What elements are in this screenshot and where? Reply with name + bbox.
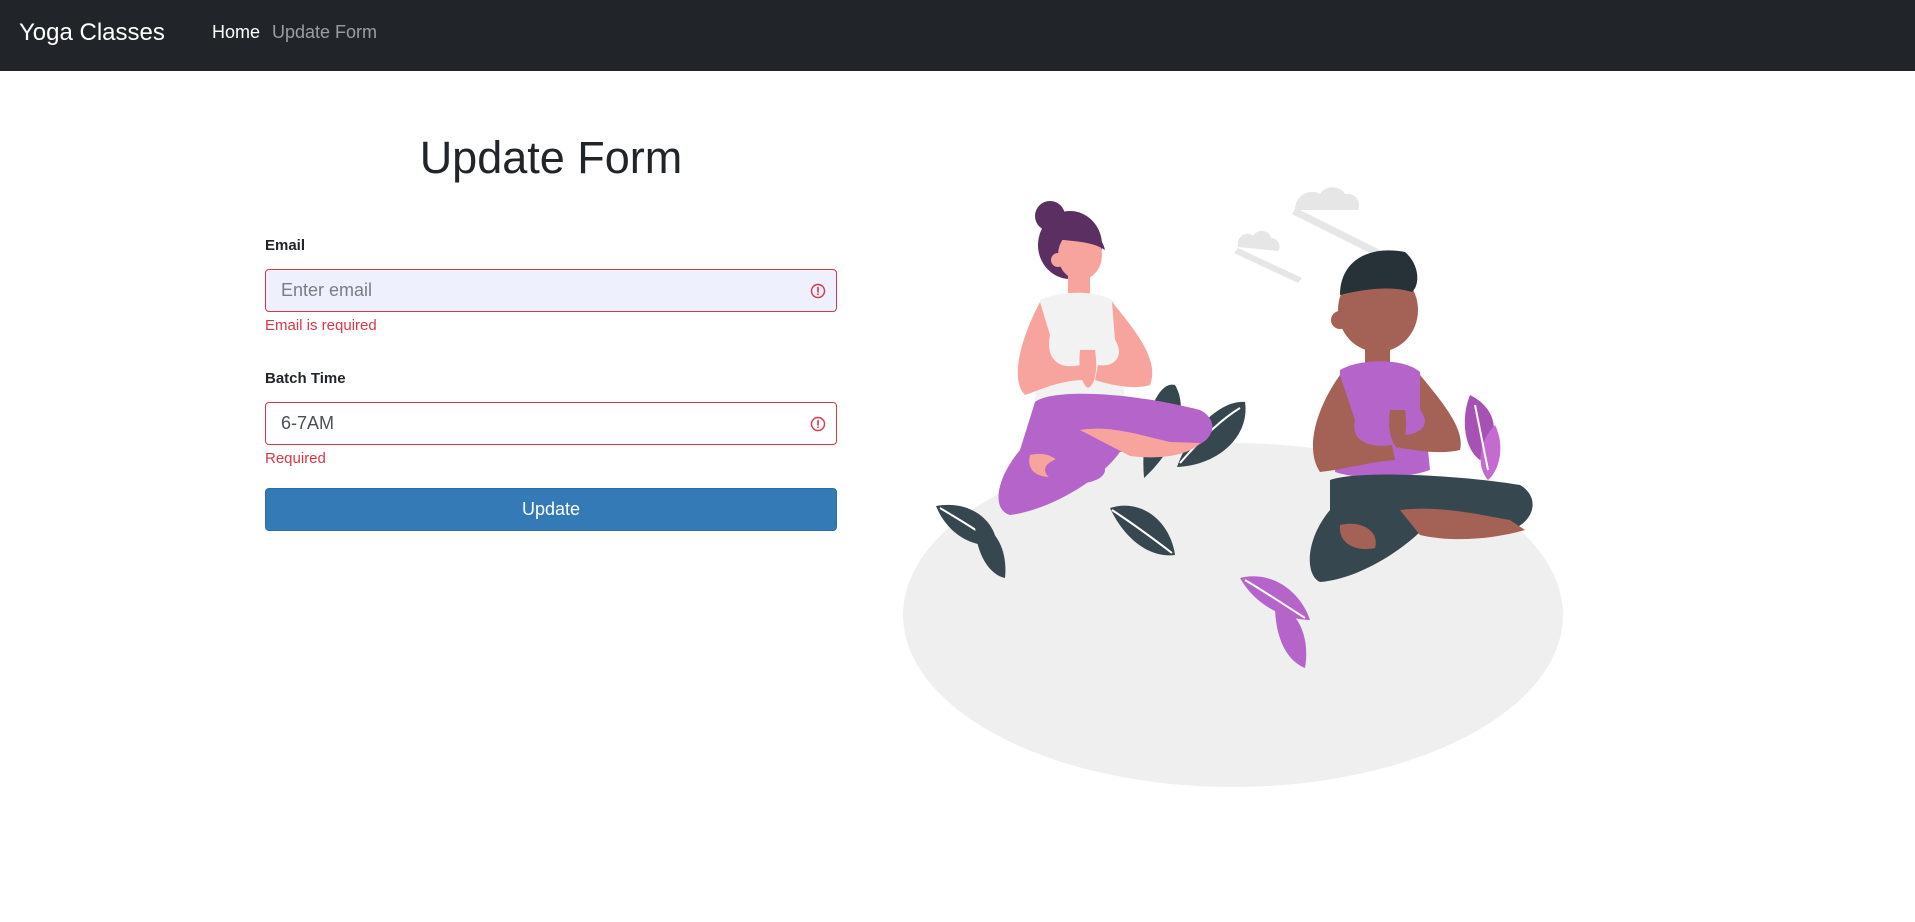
nav-link-update-form[interactable]: Update Form (272, 21, 377, 43)
man-figure (1309, 250, 1533, 582)
navbar-brand[interactable]: Yoga Classes (19, 18, 165, 48)
nav-link-home[interactable]: Home (212, 21, 260, 43)
update-button[interactable]: Update (265, 488, 837, 531)
batch-time-label: Batch Time (265, 370, 346, 387)
page-title: Update Form (419, 132, 683, 183)
batch-time-field[interactable] (266, 403, 836, 444)
invalid-icon (810, 283, 826, 299)
email-field-wrapper (265, 269, 837, 312)
yoga-meditation-illustration (903, 187, 1563, 787)
batch-time-field-wrapper (265, 402, 837, 445)
email-error-message: Email is required (265, 317, 377, 334)
email-field[interactable] (266, 270, 836, 311)
batch-time-error-message: Required (265, 450, 326, 467)
top-navbar: Yoga Classes Home Update Form (0, 0, 1915, 71)
invalid-icon (810, 416, 826, 432)
email-label: Email (265, 237, 306, 254)
